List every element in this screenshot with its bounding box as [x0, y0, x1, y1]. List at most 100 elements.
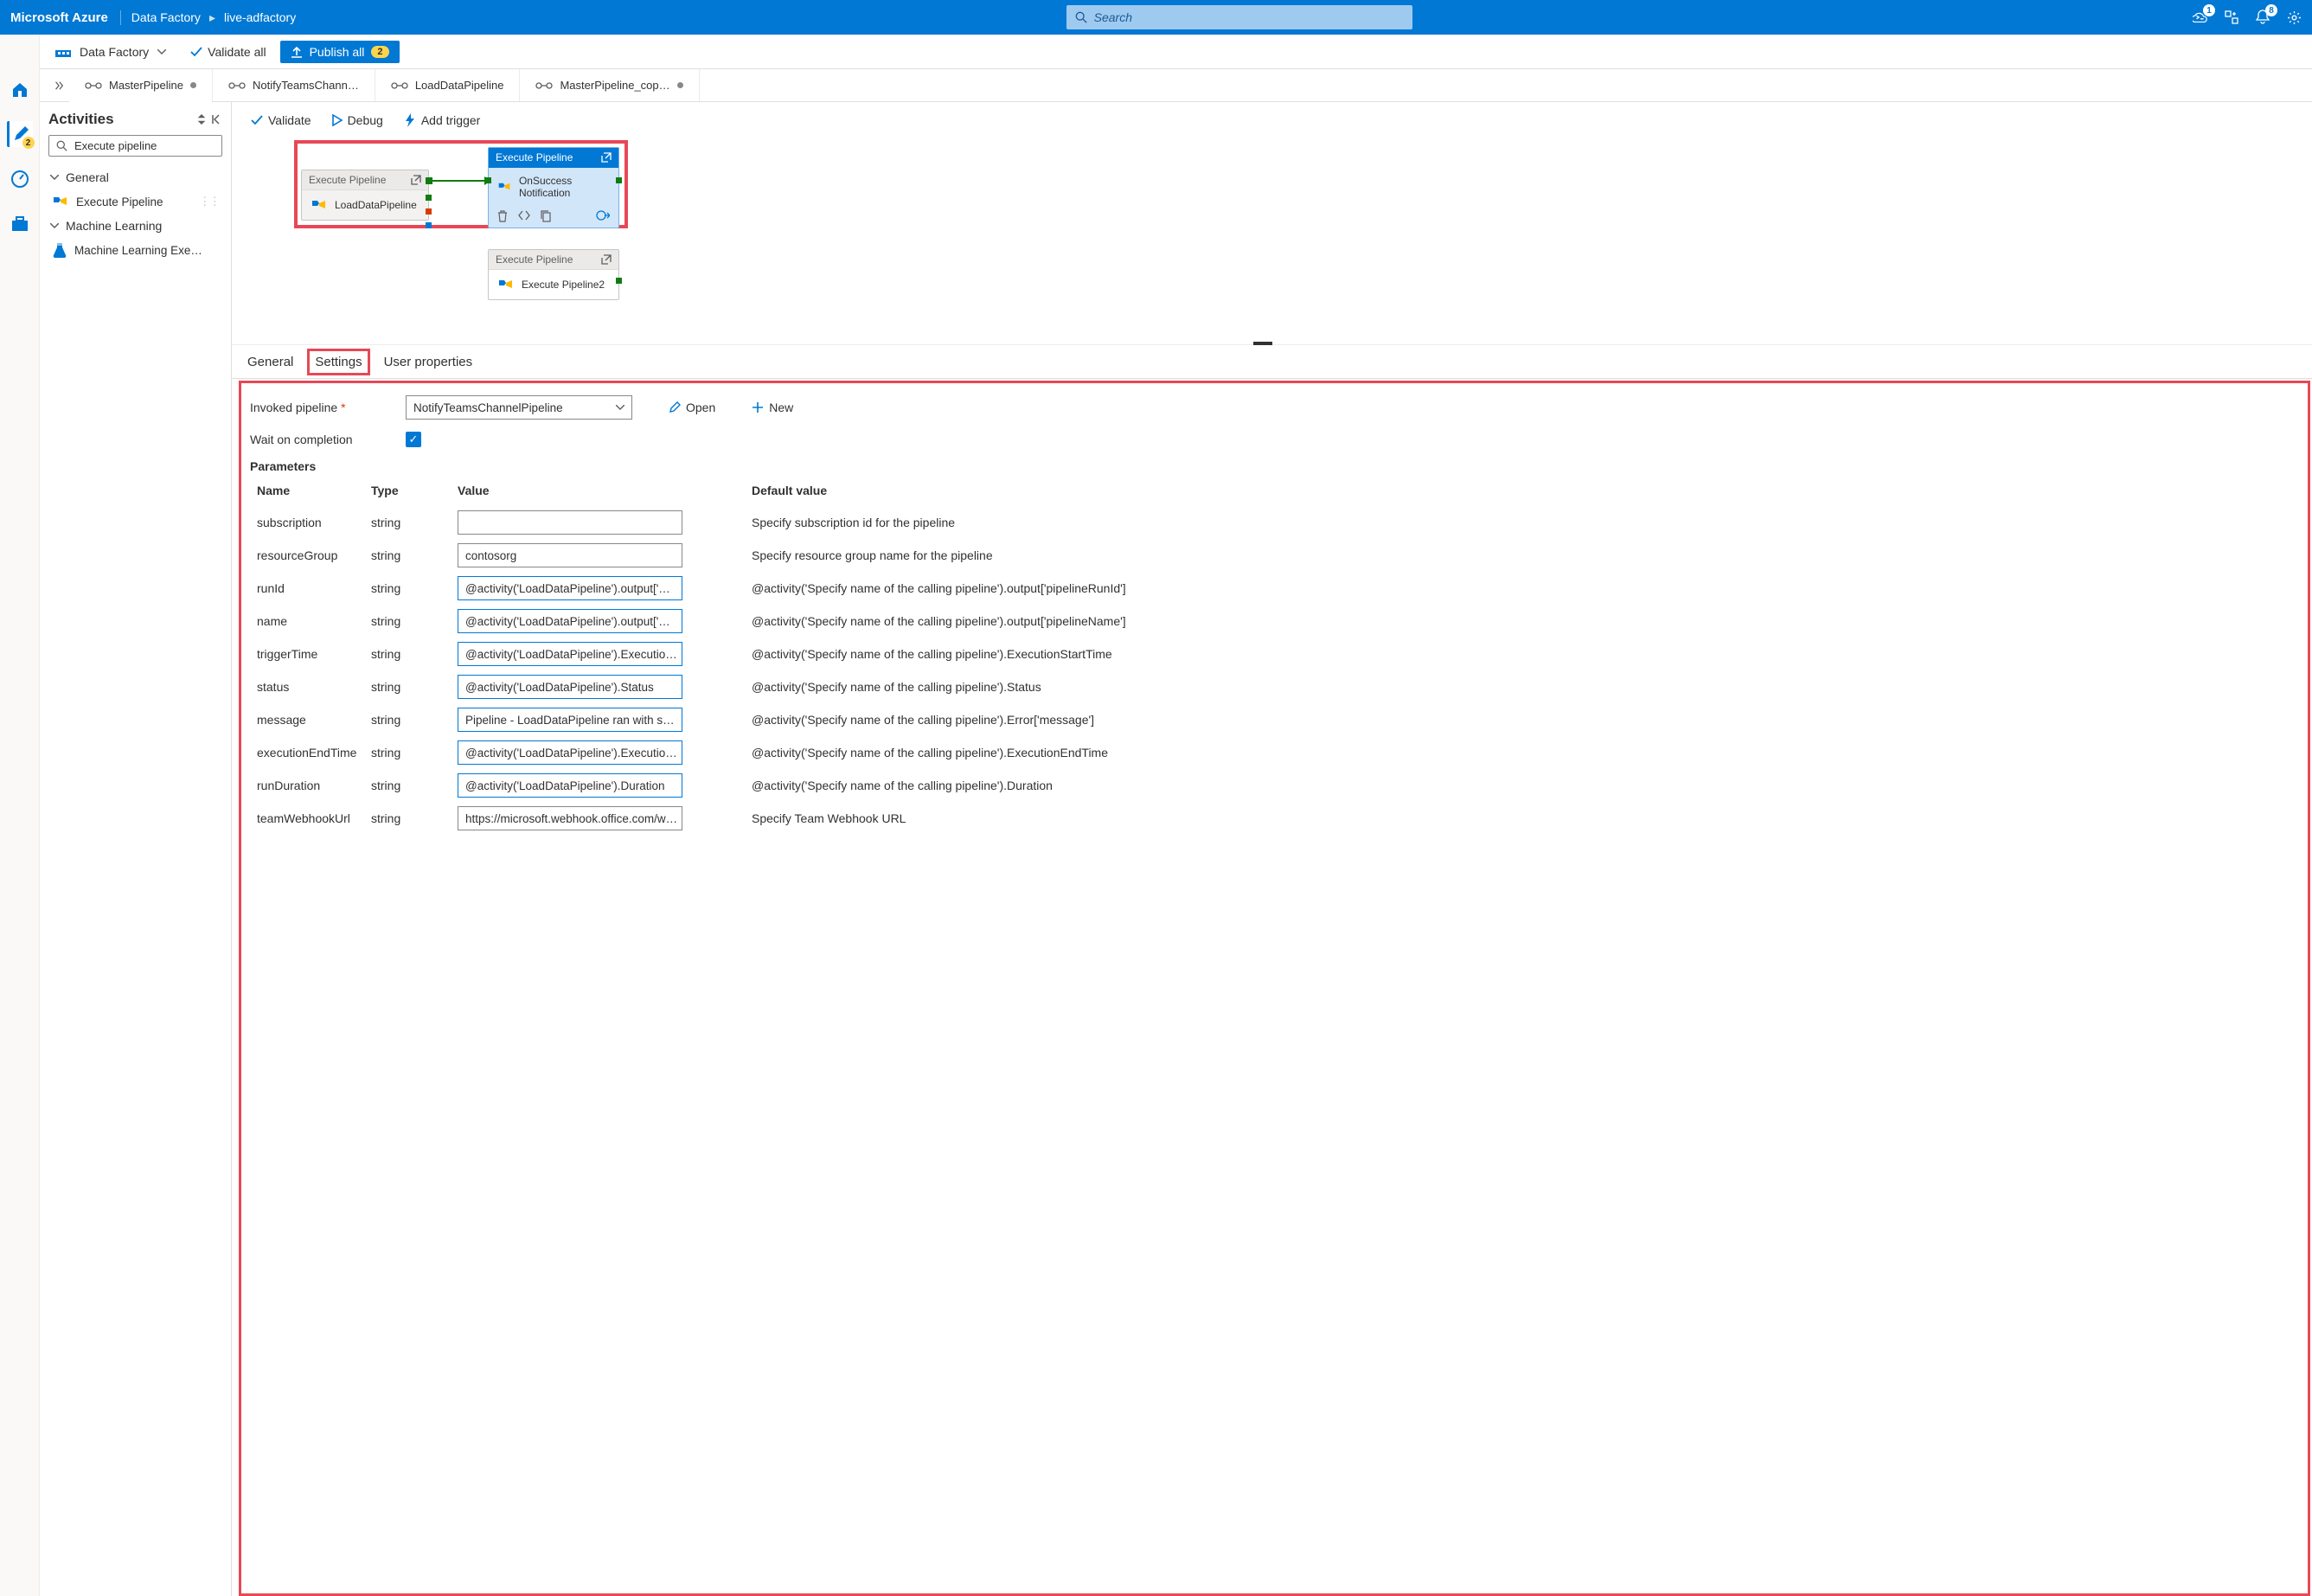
param-value-input[interactable]: @activity('LoadDataPipeline').output['… [458, 576, 682, 600]
param-value-input[interactable]: @activity('LoadDataPipeline').Status [458, 675, 682, 699]
param-type: string [364, 736, 451, 769]
home-rail-button[interactable] [7, 76, 33, 102]
input-port[interactable] [485, 177, 491, 183]
tab-settings[interactable]: Settings [307, 349, 369, 375]
publish-all-button[interactable]: Publish all 2 [280, 41, 400, 63]
group-ml[interactable]: Machine Learning [48, 214, 222, 238]
activity-search[interactable]: Execute pipeline [48, 135, 222, 157]
settings-button[interactable] [2286, 10, 2302, 25]
delete-icon[interactable] [497, 210, 508, 222]
param-default: @activity('Specify name of the calling p… [745, 670, 2299, 703]
invoked-pipeline-select[interactable]: NotifyTeamsChannelPipeline [406, 395, 632, 420]
new-pipeline-button[interactable]: New [752, 401, 793, 414]
open-icon[interactable] [601, 152, 612, 163]
feedback-button[interactable] [2224, 10, 2239, 25]
param-default: @activity('Specify name of the calling p… [745, 638, 2299, 670]
execute-pipeline-icon [497, 179, 512, 195]
param-value-input[interactable]: @activity('LoadDataPipeline').Executio… [458, 740, 682, 765]
group-general[interactable]: General [48, 165, 222, 189]
completion-port[interactable] [426, 222, 432, 228]
toolbox-icon [10, 215, 29, 233]
param-name: executionEndTime [250, 736, 364, 769]
code-icon[interactable] [518, 210, 530, 221]
validate-all-label: Validate all [208, 45, 266, 59]
author-rail-button[interactable]: 2 [7, 121, 33, 147]
search-icon [56, 140, 67, 151]
pipeline-canvas[interactable]: Execute Pipeline LoadDataPipeline Execut… [232, 138, 2312, 344]
open-pipeline-button[interactable]: Open [669, 401, 715, 414]
monitor-rail-button[interactable] [7, 166, 33, 192]
node-execpipeline2[interactable]: Execute Pipeline Execute Pipeline2 [488, 249, 619, 300]
pencil-icon [669, 401, 681, 413]
shell-badge: 1 [2203, 4, 2215, 16]
manage-rail-button[interactable] [7, 211, 33, 237]
param-value-input[interactable]: @activity('LoadDataPipeline').Executio… [458, 642, 682, 666]
param-default: Specify resource group name for the pipe… [745, 539, 2299, 572]
tab-general[interactable]: General [246, 349, 295, 375]
col-type: Type [364, 478, 451, 506]
param-type: string [364, 802, 451, 835]
factory-menu[interactable]: Data Factory [48, 42, 173, 62]
validate-all-button[interactable]: Validate all [190, 45, 266, 59]
open-icon[interactable] [411, 175, 421, 185]
search-placeholder: Search [1094, 10, 1132, 24]
param-name: teamWebhookUrl [250, 802, 364, 835]
param-value-input[interactable]: https://microsoft.webhook.office.com/w… [458, 806, 682, 830]
factory-icon [55, 46, 71, 58]
validate-button[interactable]: Validate [251, 113, 311, 127]
param-name: subscription [250, 506, 364, 539]
node-type: Execute Pipeline [496, 151, 573, 163]
table-row: executionEndTimestring @activity('LoadDat… [250, 736, 2299, 769]
add-trigger-label: Add trigger [421, 113, 480, 127]
param-value-input[interactable]: Pipeline - LoadDataPipeline ran with s… [458, 708, 682, 732]
copy-icon[interactable] [541, 210, 551, 222]
cloud-shell-button[interactable]: 1 [2193, 10, 2208, 25]
success-port[interactable] [616, 278, 622, 284]
author-badge: 2 [22, 137, 35, 149]
param-value-input[interactable]: @activity('LoadDataPipeline').Duration [458, 773, 682, 798]
notifications-button[interactable]: 8 [2255, 10, 2270, 25]
left-rail: 2 [0, 35, 40, 1596]
run-icon[interactable] [596, 210, 610, 221]
param-default: Specify Team Webhook URL [745, 802, 2299, 835]
table-row: resourceGroupstringcontosorgSpecify reso… [250, 539, 2299, 572]
collapse-panel-icon[interactable] [212, 114, 222, 125]
debug-button[interactable]: Debug [332, 113, 383, 127]
global-search[interactable]: Search [1066, 5, 1412, 29]
node-loaddata[interactable]: Execute Pipeline LoadDataPipeline [301, 170, 429, 221]
bell-badge: 8 [2265, 4, 2277, 16]
validate-label: Validate [268, 113, 311, 127]
expand-icon[interactable] [196, 114, 207, 125]
param-value-input[interactable]: contosorg [458, 543, 682, 567]
chevron-down-icon [50, 175, 59, 180]
debug-label: Debug [348, 113, 383, 127]
success-port[interactable] [616, 177, 622, 183]
param-value-input[interactable] [458, 510, 682, 535]
parameters-table: Name Type Value Default value subscripti… [250, 478, 2299, 835]
node-type: Execute Pipeline [309, 174, 386, 186]
param-value-input[interactable]: @activity('LoadDataPipeline').output['… [458, 609, 682, 633]
gauge-icon [10, 170, 29, 189]
param-type: string [364, 572, 451, 605]
failure-port[interactable] [426, 208, 432, 215]
brand-label[interactable]: Microsoft Azure [10, 10, 121, 25]
param-type: string [364, 769, 451, 802]
activity-ml-execute[interactable]: Machine Learning Exe… [48, 238, 222, 262]
breadcrumb-leaf[interactable]: live-adfactory [224, 10, 296, 24]
success-port[interactable] [426, 195, 432, 201]
publish-count-badge: 2 [371, 46, 388, 58]
breadcrumb-root[interactable]: Data Factory [131, 10, 201, 24]
required-indicator: * [341, 401, 345, 414]
table-row: messagestringPipeline - LoadDataPipeline… [250, 703, 2299, 736]
resize-handle[interactable] [1253, 342, 1272, 345]
tab-user-properties[interactable]: User properties [382, 349, 475, 375]
wait-label: Wait on completion [250, 433, 395, 446]
activity-execute-pipeline[interactable]: Execute Pipeline ⋮⋮ [48, 189, 222, 214]
connector-success [427, 180, 490, 182]
add-trigger-button[interactable]: Add trigger [404, 113, 480, 127]
node-onsuccess[interactable]: Execute Pipeline OnSuccess Notification [488, 147, 619, 228]
wait-checkbox[interactable]: ✓ [406, 432, 421, 447]
open-icon[interactable] [601, 254, 612, 265]
param-type: string [364, 670, 451, 703]
execute-pipeline-icon [497, 277, 515, 292]
